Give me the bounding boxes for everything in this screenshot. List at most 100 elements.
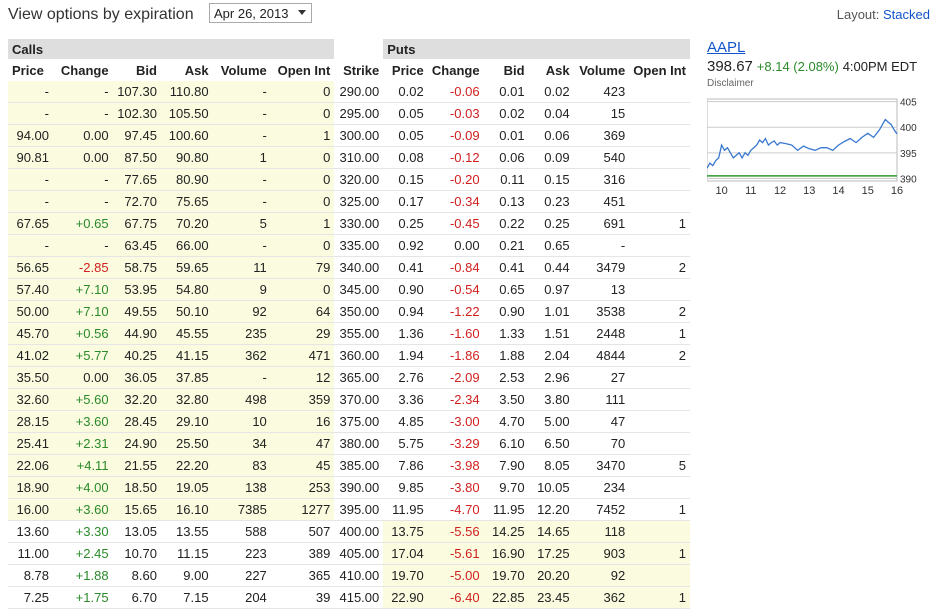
put-volume-cell: 92 <box>573 564 630 587</box>
call-price-cell[interactable]: 11.00 <box>8 542 54 565</box>
call-price-cell[interactable]: 56.65 <box>8 256 54 279</box>
layout-stacked-link[interactable]: Stacked <box>883 7 930 22</box>
strike-cell[interactable]: 395.00 <box>334 498 384 521</box>
put-price-cell[interactable]: 0.92 <box>383 234 428 257</box>
put-price-cell[interactable]: 0.17 <box>383 190 428 213</box>
call-price-cell[interactable]: 35.50 <box>8 366 54 389</box>
put-volume-cell: 362 <box>573 586 630 609</box>
call-volume-cell: 92 <box>212 300 271 323</box>
strike-cell[interactable]: 320.00 <box>334 168 384 191</box>
strike-cell[interactable]: 380.00 <box>334 432 384 455</box>
call-price-cell[interactable]: 32.60 <box>8 388 54 411</box>
put-volume-cell: 7452 <box>573 498 630 521</box>
call-open-int-cell: 0 <box>270 278 335 301</box>
put-bid-cell: 0.65 <box>483 278 529 301</box>
strike-cell[interactable]: 360.00 <box>334 344 384 367</box>
call-price-cell[interactable]: 8.78 <box>8 564 54 587</box>
call-price-cell[interactable]: 90.81 <box>8 146 54 169</box>
strike-cell[interactable]: 345.00 <box>334 278 384 301</box>
put-price-cell[interactable]: 9.85 <box>383 476 428 499</box>
put-open-int-cell: 5 <box>629 454 690 477</box>
call-price-cell[interactable]: 41.02 <box>8 344 54 367</box>
strike-cell[interactable]: 410.00 <box>334 564 384 587</box>
strike-cell[interactable]: 295.00 <box>334 102 384 125</box>
put-price-cell[interactable]: 7.86 <box>383 454 428 477</box>
calls-header: Calls <box>8 39 335 59</box>
put-price-cell[interactable]: 4.85 <box>383 410 428 433</box>
put-price-cell[interactable]: 0.94 <box>383 300 428 323</box>
strike-cell[interactable]: 335.00 <box>334 234 384 257</box>
call-open-int-cell: 253 <box>270 476 335 499</box>
option-row: 32.60 +5.60 32.20 32.80 498 359 370.00 3.36 -2.3… <box>8 388 690 411</box>
put-volume-cell: 47 <box>573 410 630 433</box>
call-change-cell: - <box>53 102 113 125</box>
put-price-cell[interactable]: 0.15 <box>383 168 428 191</box>
put-price-cell[interactable]: 19.70 <box>383 564 428 587</box>
put-price-cell[interactable]: 22.90 <box>383 586 428 609</box>
put-price-cell[interactable]: 2.76 <box>383 366 428 389</box>
put-price-cell[interactable]: 11.95 <box>383 498 428 521</box>
call-ask-cell: 105.50 <box>160 102 213 125</box>
put-price-cell[interactable]: 0.05 <box>383 124 428 147</box>
put-price-cell[interactable]: 13.75 <box>383 520 428 543</box>
call-price-cell[interactable]: 25.41 <box>8 432 54 455</box>
strike-cell[interactable]: 325.00 <box>334 190 384 213</box>
strike-cell[interactable]: 310.00 <box>334 146 384 169</box>
put-bid-cell: 1.33 <box>483 322 529 345</box>
quote-panel: AAPL 398.67 +8.14 (2.08%) 4:00PM EDT Dis… <box>706 39 930 210</box>
ticker-link[interactable]: AAPL <box>707 39 745 56</box>
strike-cell[interactable]: 405.00 <box>334 542 384 565</box>
call-open-int-cell: 45 <box>270 454 335 477</box>
expiration-select[interactable]: Apr 26, 2013 <box>209 3 312 23</box>
option-row: - -102.30 105.50-0 295.00 0.05 -0.03 0.02 0.04 1… <box>8 102 690 125</box>
put-ask-cell: 20.20 <box>528 564 574 587</box>
put-price-cell[interactable]: 0.25 <box>383 212 428 235</box>
call-price-cell[interactable]: 50.00 <box>8 300 54 323</box>
put-price-cell[interactable]: 5.75 <box>383 432 428 455</box>
call-price-cell[interactable]: 13.60 <box>8 520 54 543</box>
strike-cell[interactable]: 385.00 <box>334 454 384 477</box>
put-price-cell[interactable]: 0.02 <box>383 81 428 103</box>
call-price-cell[interactable]: 7.25 <box>8 586 54 609</box>
call-price-cell[interactable]: 28.15 <box>8 410 54 433</box>
put-price-cell[interactable]: 17.04 <box>383 542 428 565</box>
strike-cell[interactable]: 290.00 <box>334 81 384 103</box>
disclaimer-link[interactable]: Disclaimer <box>707 78 930 89</box>
strike-cell[interactable]: 330.00 <box>334 212 384 235</box>
put-price-cell[interactable]: 0.90 <box>383 278 428 301</box>
strike-cell[interactable]: 415.00 <box>334 586 384 609</box>
call-price-cell[interactable]: 94.00 <box>8 124 54 147</box>
puts-col-bid: Bid <box>503 62 525 78</box>
call-price-cell[interactable]: 22.06 <box>8 454 54 477</box>
put-price-cell[interactable]: 3.36 <box>383 388 428 411</box>
call-price-cell[interactable]: 16.00 <box>8 498 54 521</box>
put-price-cell[interactable]: 0.05 <box>383 102 428 125</box>
call-price-cell[interactable]: 18.90 <box>8 476 54 499</box>
put-price-cell[interactable]: 1.94 <box>383 344 428 367</box>
strike-cell[interactable]: 365.00 <box>334 366 384 389</box>
put-ask-cell: 0.23 <box>528 190 574 213</box>
put-volume-cell: 451 <box>573 190 630 213</box>
call-price-cell[interactable]: 67.65 <box>8 212 54 235</box>
chart-x-tick-label: 16 <box>891 185 903 197</box>
strike-cell[interactable]: 370.00 <box>334 388 384 411</box>
put-volume-cell: 903 <box>573 542 630 565</box>
chart-x-tick-label: 14 <box>832 185 844 197</box>
strike-cell[interactable]: 355.00 <box>334 322 384 345</box>
call-price-cell[interactable]: 57.40 <box>8 278 54 301</box>
put-change-cell: 0.00 <box>427 234 484 257</box>
call-price-cell[interactable]: 45.70 <box>8 322 54 345</box>
put-price-cell[interactable]: 1.36 <box>383 322 428 345</box>
call-price-cell: - <box>8 168 54 191</box>
call-open-int-cell: 12 <box>270 366 335 389</box>
strike-cell[interactable]: 300.00 <box>334 124 384 147</box>
strike-cell[interactable]: 350.00 <box>334 300 384 323</box>
put-price-cell[interactable]: 0.41 <box>383 256 428 279</box>
strike-cell[interactable]: 375.00 <box>334 410 384 433</box>
strike-cell[interactable]: 400.00 <box>334 520 384 543</box>
option-row: 8.78 +1.88 8.60 9.00 227 365 410.00 19.70 -5.00 1… <box>8 564 690 587</box>
strike-cell[interactable]: 340.00 <box>334 256 384 279</box>
put-price-cell[interactable]: 0.08 <box>383 146 428 169</box>
strike-cell[interactable]: 390.00 <box>334 476 384 499</box>
put-bid-cell: 1.88 <box>483 344 529 367</box>
